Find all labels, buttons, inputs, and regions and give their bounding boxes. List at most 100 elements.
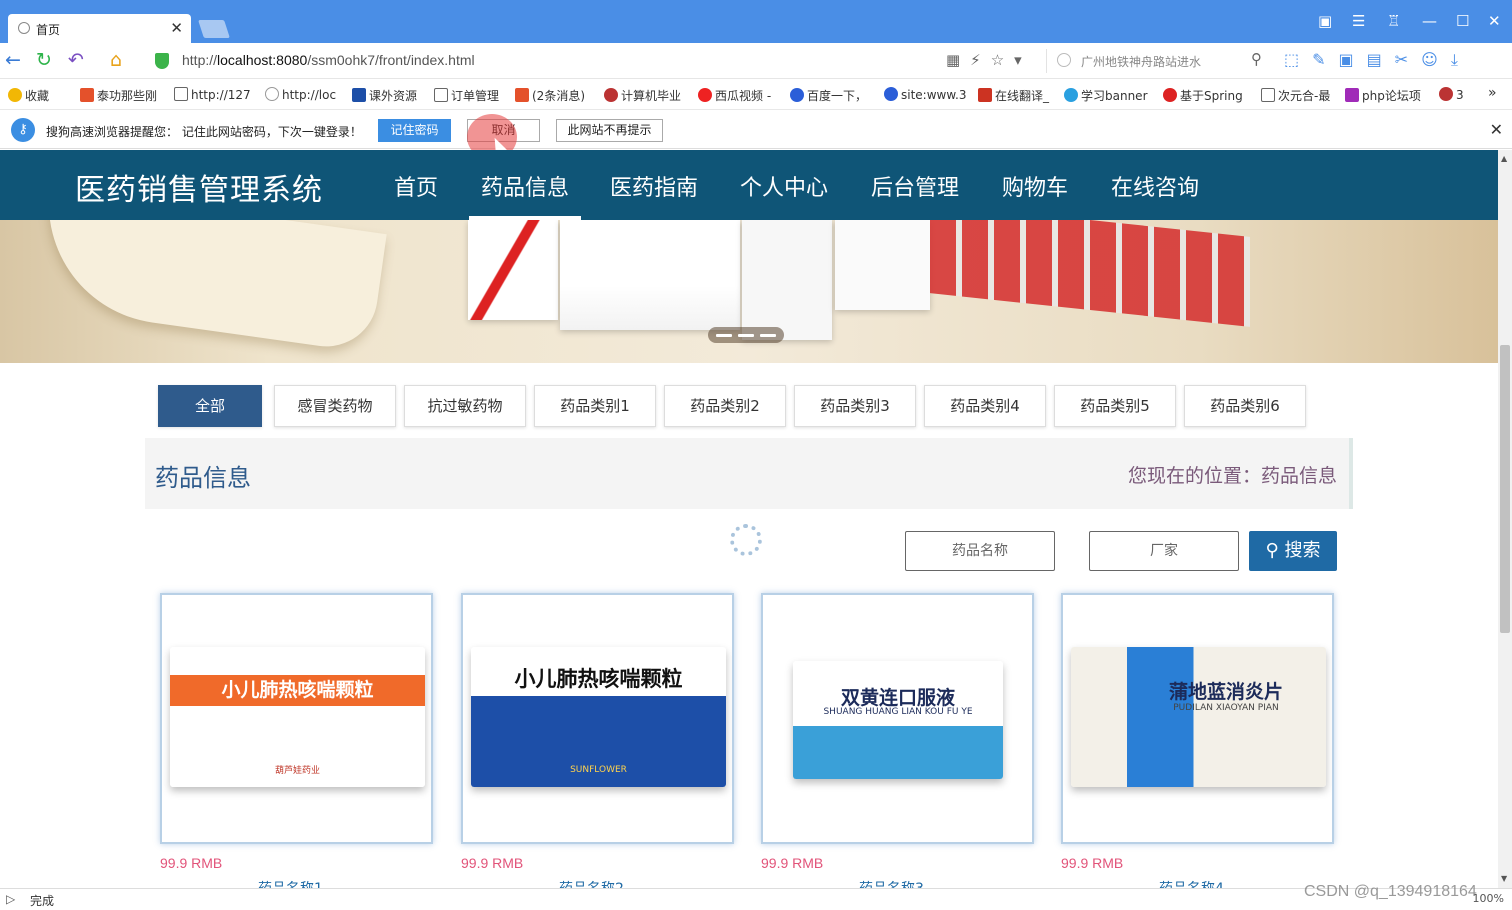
product-name[interactable]: 药品名称2 bbox=[559, 878, 624, 888]
browser-search[interactable]: 广州地铁神舟路站进水 ⚲ bbox=[1046, 49, 1270, 73]
never-remind-button[interactable]: 此网站不再提示 bbox=[556, 119, 663, 142]
product-card[interactable]: 小儿肺热咳喘颗粒 SUNFLOWER bbox=[461, 593, 734, 844]
carousel-dot[interactable] bbox=[716, 334, 732, 337]
bookmark-item[interactable]: 次元合-最 bbox=[1261, 87, 1330, 104]
product-price: 99.9 RMB bbox=[761, 855, 824, 871]
maximize-icon[interactable]: ☐ bbox=[1456, 12, 1469, 30]
category-button[interactable]: 药品类别3 bbox=[794, 385, 916, 427]
address-toolbar: ← ↻ ↶ ⌂ http://localhost:8080/ssm0ohk7/f… bbox=[0, 43, 1512, 79]
bookmark-item[interactable]: 订单管理 bbox=[434, 87, 499, 104]
loading-spinner-icon bbox=[730, 524, 762, 556]
remember-password-button[interactable]: 记住密码 bbox=[378, 119, 451, 142]
section-header: 药品信息 您现在的位置：药品信息 bbox=[145, 438, 1353, 509]
category-button[interactable]: 药品类别5 bbox=[1054, 385, 1176, 427]
product-image: 蒲地蓝消炎片 PUDILAN XIAOYAN PIAN bbox=[1071, 647, 1326, 787]
product-card[interactable]: 小儿肺热咳喘颗粒 葫芦娃药业 bbox=[160, 593, 433, 844]
bookmark-item[interactable]: 百度一下， bbox=[790, 87, 867, 104]
site-header: 医药销售管理系统 首页 药品信息 医药指南 个人中心 后台管理 购物车 在线咨询 bbox=[0, 150, 1498, 220]
key-icon: ⚷ bbox=[11, 118, 35, 142]
search-icon: ⚲ bbox=[1265, 540, 1285, 561]
bookmark-item[interactable]: 课外资源 bbox=[352, 87, 417, 104]
back-icon[interactable]: ← bbox=[5, 50, 21, 70]
category-all[interactable]: 全部 bbox=[158, 385, 262, 427]
bookmark-favorites[interactable]: 收藏 bbox=[8, 87, 49, 104]
category-button[interactable]: 感冒类药物 bbox=[274, 385, 396, 427]
close-window-icon[interactable]: ✕ bbox=[1488, 12, 1501, 30]
pack-title: 双黄连口服液 bbox=[840, 687, 955, 709]
nav-consult[interactable]: 在线咨询 bbox=[1111, 170, 1199, 202]
bookmark-item[interactable]: 3 bbox=[1439, 87, 1464, 102]
page-icon bbox=[18, 22, 30, 34]
zoom-level[interactable]: 100% bbox=[1473, 892, 1504, 905]
nav-guide[interactable]: 医药指南 bbox=[610, 170, 698, 202]
status-text: 完成 bbox=[30, 894, 55, 908]
home-icon[interactable]: ⌂ bbox=[110, 50, 122, 70]
refresh-icon[interactable]: ↻ bbox=[36, 50, 52, 70]
new-tab-button[interactable] bbox=[198, 20, 230, 38]
bookmark-item[interactable]: site:www.3 bbox=[884, 87, 967, 102]
page-scrollbar[interactable]: ▲ ▼ bbox=[1498, 150, 1512, 888]
bookmark-item[interactable]: (2条消息) bbox=[515, 87, 585, 104]
bookmark-item[interactable]: http://loc bbox=[265, 87, 336, 102]
search-input[interactable]: 广州地铁神舟路站进水 bbox=[1081, 53, 1201, 70]
category-button[interactable]: 药品类别1 bbox=[534, 385, 656, 427]
manufacturer-input[interactable]: 厂家 bbox=[1089, 531, 1239, 571]
nav-admin[interactable]: 后台管理 bbox=[871, 170, 959, 202]
minimize-icon[interactable]: — bbox=[1422, 12, 1437, 30]
skin-icon[interactable]: ♖ bbox=[1387, 12, 1400, 30]
banner-carousel[interactable] bbox=[0, 220, 1498, 363]
more-bookmarks-icon[interactable]: » bbox=[1488, 85, 1497, 101]
category-button[interactable]: 药品类别6 bbox=[1184, 385, 1306, 427]
close-prompt-icon[interactable]: ✕ bbox=[1490, 120, 1503, 139]
nav-home[interactable]: 首页 bbox=[394, 170, 438, 202]
carousel-dot[interactable] bbox=[760, 334, 776, 337]
product-name[interactable]: 药品名称3 bbox=[859, 878, 924, 888]
pack-title: 蒲地蓝消炎片 bbox=[1168, 681, 1283, 703]
address-url[interactable]: http://localhost:8080/ssm0ohk7/front/ind… bbox=[182, 52, 475, 68]
bookmark-item[interactable]: 学习banner bbox=[1064, 87, 1148, 104]
bookmark-item[interactable]: 西瓜视频 - bbox=[698, 87, 771, 104]
carousel-dot[interactable] bbox=[738, 334, 754, 337]
bookmark-item[interactable]: 在线翻译_ bbox=[978, 87, 1049, 104]
product-image: 小儿肺热咳喘颗粒 葫芦娃药业 bbox=[170, 647, 425, 787]
category-button[interactable]: 药品类别2 bbox=[664, 385, 786, 427]
address-action-icons[interactable]: ▦⚡☆▾ bbox=[946, 51, 1032, 69]
product-card[interactable]: 蒲地蓝消炎片 PUDILAN XIAOYAN PIAN bbox=[1061, 593, 1334, 844]
undo-icon[interactable]: ↶ bbox=[68, 50, 84, 70]
bookmark-item[interactable]: http://127 bbox=[174, 87, 251, 102]
close-tab-icon[interactable]: ✕ bbox=[170, 19, 183, 37]
nav-cart[interactable]: 购物车 bbox=[1002, 170, 1068, 202]
product-card[interactable]: 双黄连口服液 SHUANG HUANG LIAN KOU FU YE bbox=[761, 593, 1034, 844]
category-button[interactable]: 药品类别4 bbox=[924, 385, 1046, 427]
bookmark-item[interactable]: 计算机毕业 bbox=[604, 87, 681, 104]
carousel-indicators[interactable] bbox=[708, 327, 784, 343]
nav-drug-info[interactable]: 药品信息 bbox=[468, 170, 582, 220]
banner-medicine-bottle bbox=[742, 220, 832, 340]
bookmark-item[interactable]: php论坛项 bbox=[1345, 87, 1421, 104]
extension-icons[interactable]: ⬚✎▣▤✂☺⤓ bbox=[1284, 50, 1471, 70]
secure-shield-icon bbox=[155, 53, 169, 69]
pack-brand: 葫芦娃药业 bbox=[274, 766, 320, 776]
breadcrumb: 您现在的位置：药品信息 bbox=[1127, 465, 1337, 487]
pack-brand: PUDILAN XIAOYAN PIAN bbox=[1173, 703, 1279, 713]
bookmark-item[interactable]: 基于Spring bbox=[1163, 87, 1243, 104]
pack-title: 小儿肺热咳喘颗粒 bbox=[221, 679, 374, 701]
tab-count-icon[interactable]: ▣ bbox=[1318, 12, 1332, 30]
drug-name-input[interactable]: 药品名称 bbox=[905, 531, 1055, 571]
product-name[interactable]: 药品名称4 bbox=[1159, 878, 1224, 888]
product-name[interactable]: 药品名称1 bbox=[258, 878, 323, 888]
bookmark-item[interactable]: 泰功那些刚 bbox=[80, 87, 157, 104]
tab-title: 首页 bbox=[36, 23, 61, 37]
browser-tab[interactable]: 首页 ✕ bbox=[8, 14, 191, 43]
section-title: 药品信息 bbox=[155, 464, 251, 492]
scroll-up-icon[interactable]: ▲ bbox=[1501, 154, 1507, 163]
menu-icon[interactable]: ☰ bbox=[1352, 12, 1365, 30]
search-button[interactable]: ⚲ 搜索 bbox=[1249, 531, 1337, 571]
search-icon[interactable]: ⚲ bbox=[1251, 50, 1262, 68]
category-button[interactable]: 抗过敏药物 bbox=[404, 385, 526, 427]
scroll-down-icon[interactable]: ▼ bbox=[1501, 874, 1507, 883]
page-viewport: 医药销售管理系统 首页 药品信息 医药指南 个人中心 后台管理 购物车 在线咨询… bbox=[0, 150, 1498, 888]
product-image: 小儿肺热咳喘颗粒 SUNFLOWER bbox=[471, 647, 726, 787]
nav-profile[interactable]: 个人中心 bbox=[740, 170, 828, 202]
scrollbar-thumb[interactable] bbox=[1500, 345, 1510, 633]
